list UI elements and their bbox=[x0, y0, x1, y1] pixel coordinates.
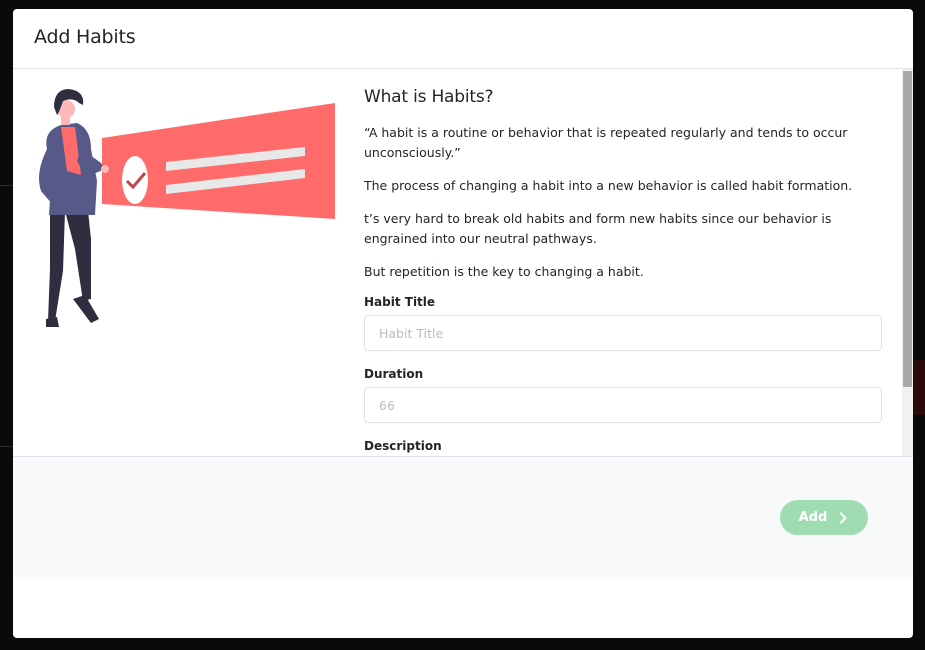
modal-body: What is Habits? “A habit is a routine or… bbox=[13, 69, 913, 456]
chevron-right-icon bbox=[840, 512, 847, 523]
person-figure bbox=[39, 89, 109, 327]
description-label: Description bbox=[364, 439, 442, 453]
add-habits-modal: Add Habits What is Habits? “A habit is a… bbox=[13, 9, 913, 638]
info-heading: What is Habits? bbox=[364, 87, 494, 107]
backdrop-line bbox=[0, 185, 14, 186]
info-paragraph: The process of changing a habit into a n… bbox=[364, 178, 853, 193]
habit-illustration bbox=[39, 89, 335, 327]
check-circle-icon bbox=[122, 156, 148, 204]
modal-footer: Add bbox=[13, 456, 913, 577]
add-button[interactable]: Add bbox=[780, 500, 868, 535]
backdrop-line bbox=[0, 446, 14, 447]
habit-info-content: What is Habits? “A habit is a routine or… bbox=[364, 87, 884, 456]
duration-label: Duration bbox=[364, 367, 424, 381]
habit-title-label: Habit Title bbox=[364, 295, 436, 309]
modal-scrollbar[interactable] bbox=[902, 69, 913, 456]
backdrop-element bbox=[913, 360, 925, 415]
info-paragraph: t’s very hard to break old habits and fo… bbox=[364, 211, 832, 246]
add-button-label: Add bbox=[798, 510, 828, 525]
modal-header: Add Habits bbox=[13, 9, 913, 69]
info-paragraph: “A habit is a routine or behavior that i… bbox=[364, 125, 848, 160]
habit-title-input[interactable] bbox=[364, 315, 882, 351]
duration-input[interactable] bbox=[364, 387, 882, 423]
info-paragraph: But repetition is the key to changing a … bbox=[364, 264, 644, 279]
modal-title: Add Habits bbox=[34, 26, 136, 48]
scrollbar-thumb[interactable] bbox=[903, 71, 912, 387]
